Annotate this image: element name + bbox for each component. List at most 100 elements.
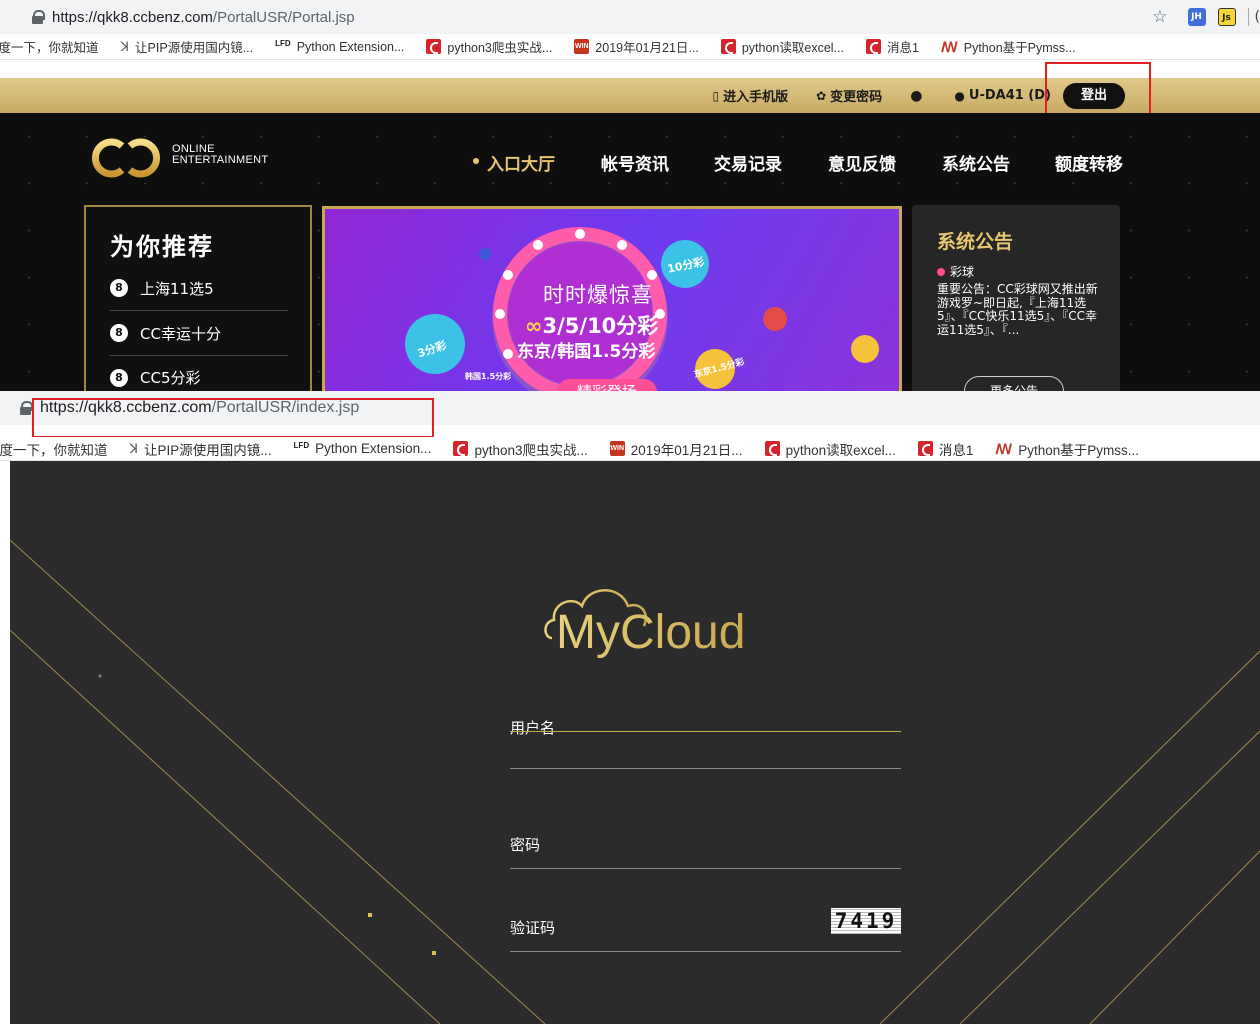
bookmark-item[interactable]: ꟿ Python基于Pymss... [995, 439, 1139, 459]
pycharm-icon: ꟿ [940, 39, 958, 55]
bookmark-item[interactable]: LFD Python Extension... [275, 39, 404, 54]
bookmark-item[interactable]: 百度一下，你就知道 [0, 439, 108, 459]
username-label: U-DA41 (D) [968, 88, 1051, 103]
cc-small-logo-icon: ∞ [525, 314, 543, 338]
lfd-icon: LFD [293, 441, 310, 450]
category-label: 彩球 [950, 265, 975, 279]
bookmark-label: python3爬虫实战... [474, 442, 588, 458]
announcement-title: 系统公告 [937, 231, 1014, 253]
bookmark-item[interactable]: python3爬虫实战... [426, 37, 552, 56]
lock-icon [32, 10, 45, 24]
mycloud-logo: MyCloud [544, 589, 745, 659]
messages-link[interactable]: ● [910, 88, 926, 104]
lottery-ball-icon: 8 [110, 279, 128, 297]
address-bar[interactable]: https://qkk8.ccbenz.com/PortalUSR/Portal… [0, 0, 1260, 34]
lottery-ball-icon: 8 [110, 368, 128, 387]
nav-announcements[interactable]: 系统公告 [942, 150, 1010, 175]
bookmark-item[interactable]: 百度一下，你就知道 [0, 37, 99, 56]
bookmark-label: 消息1 [886, 41, 919, 55]
bookmark-label: python3爬虫实战... [447, 41, 553, 55]
bookmark-item[interactable]: python读取excel... [764, 439, 896, 459]
more-announcements-button[interactable]: 更多公告 [964, 376, 1064, 391]
csdn-icon [865, 39, 881, 54]
announcement-panel: 系统公告 彩球 重要公告：CC彩球网又推出新游戏罗~即日起,『上海11选5』、『… [912, 205, 1120, 391]
lock-icon [20, 401, 33, 415]
win-icon: WIN [609, 441, 625, 456]
toolbar-divider [1247, 8, 1249, 26]
username-field-wrapper: 用户名 [510, 717, 901, 769]
captcha-image[interactable]: 7419 [831, 908, 901, 934]
bookmark-item[interactable]: python读取excel... [720, 37, 844, 56]
banner-line1: ∞3/5/10分彩 [525, 310, 658, 340]
csdn-icon [720, 39, 736, 54]
change-password-link[interactable]: ✿ 变更密码 [816, 86, 883, 106]
highlight-box-url [32, 398, 434, 438]
recommend-item[interactable]: 8 上海11选5 [110, 266, 288, 311]
category-dot-icon [937, 267, 945, 276]
lfd-icon: LFD [275, 39, 291, 48]
recommend-item-label: CC幸运十分 [140, 324, 221, 343]
pip-icon: ꓘ [129, 441, 139, 456]
bookmark-item[interactable]: LFD Python Extension... [294, 441, 432, 456]
captcha-field-wrapper: 验证码 7419 [510, 900, 901, 952]
url-path: /PortalUSR/Portal.jsp [212, 8, 355, 26]
username-underline [510, 731, 901, 732]
nav-feedback[interactable]: 意见反馈 [828, 150, 896, 175]
pip-icon: ꓘ [120, 39, 130, 54]
mycloud-logo-text: MyCloud [556, 606, 745, 659]
nav-transactions[interactable]: 交易记录 [714, 150, 782, 175]
bookmark-label: Python Extension... [296, 39, 405, 54]
recommend-item[interactable]: 8 CC5分彩 [110, 355, 288, 391]
more-extensions-icon[interactable]: ( [1255, 9, 1260, 25]
url-text[interactable]: https://qkk8.ccbenz.com/PortalUSR/Portal… [52, 9, 355, 26]
bookmark-label: 2019年01月21日... [630, 442, 743, 458]
pycharm-icon: ꟿ [995, 441, 1013, 457]
portal-content: ONLINE ENTERTAINMENT 入口大厅 帐号资讯 交易记录 意见反馈 … [0, 113, 1260, 391]
phone-icon: ▯ [712, 88, 720, 103]
bookmark-label: 百度一下，你就知道 [0, 442, 108, 458]
nav-credit-transfer[interactable]: 额度转移 [1055, 150, 1123, 175]
password-input[interactable] [510, 834, 810, 862]
announcement-text[interactable]: 重要公告：CC彩球网又推出新游戏罗~即日起,『上海11选5』、『CC快乐11选5… [937, 282, 1107, 337]
gear-icon: ✿ [816, 88, 827, 103]
chat-bubble-icon: ● [910, 87, 923, 104]
extension-jh-icon[interactable]: JH [1187, 8, 1206, 26]
bookmark-label: 百度一下，你就知道 [0, 41, 99, 55]
bookmark-label: 2019年01月21日... [595, 41, 699, 55]
login-screenshot: https://qkk8.ccbenz.com/PortalUSR/index.… [0, 391, 1260, 1024]
extension-js-icon[interactable]: Js [1217, 8, 1236, 26]
bookmark-label: 让PIP源使用国内镜... [144, 442, 272, 458]
bookmark-label: 消息1 [938, 442, 974, 458]
bookmark-label: Python基于Pymss... [963, 41, 1076, 55]
mobile-link[interactable]: ▯ 进入手机版 [712, 86, 788, 106]
banner-button[interactable]: 精彩登场 [557, 379, 657, 391]
bookmark-item[interactable]: 消息1 [917, 439, 974, 459]
change-password-label: 变更密码 [830, 90, 883, 105]
password-field-wrapper: 密码 [510, 817, 901, 869]
bookmark-label: 让PIP源使用国内镜... [135, 41, 254, 55]
nav-lobby[interactable]: 入口大厅 [473, 150, 555, 175]
bookmark-item[interactable]: ꓘ 让PIP源使用国内镜... [121, 37, 254, 56]
recommend-item[interactable]: 8 CC幸运十分 [110, 311, 288, 356]
username-input[interactable] [510, 739, 810, 767]
bookmark-item[interactable]: ꓘ 让PIP源使用国内镜... [130, 439, 272, 459]
bookmarks-bar: 百度一下，你就知道 ꓘ 让PIP源使用国内镜... LFD Python Exten… [0, 34, 1260, 60]
nav-account-info[interactable]: 帐号资讯 [601, 150, 669, 175]
banner-line1-text: 3/5/10分彩 [542, 314, 659, 338]
captcha-input[interactable] [510, 917, 760, 945]
bookmark-item[interactable]: 消息1 [865, 37, 919, 56]
bookmark-star-icon[interactable]: ☆ [1152, 7, 1167, 27]
csdn-icon [426, 39, 442, 54]
logo-text-line2: ENTERTAINMENT [172, 154, 269, 166]
bookmark-item[interactable]: WIN 2019年01月21日... [609, 439, 743, 459]
promo-banner[interactable]: 时时爆惊喜 ∞3/5/10分彩 东京/韩国1.5分彩 精彩登场 10分彩 3分彩… [322, 206, 902, 391]
bookmark-item[interactable]: python3爬虫实战... [453, 439, 588, 459]
user-account[interactable]: ● U-DA41 (D) [954, 88, 1051, 103]
bookmark-item[interactable]: ꟿ Python基于Pymss... [941, 37, 1076, 56]
cc-logo-icon[interactable] [86, 136, 166, 180]
csdn-icon [917, 441, 933, 456]
bookmark-item[interactable]: WIN 2019年01月21日... [574, 37, 699, 56]
recommend-item-label: 上海11选5 [140, 279, 214, 298]
recommend-item-label: CC5分彩 [140, 369, 201, 387]
url-host: https://qkk8.ccbenz.com [52, 8, 213, 26]
